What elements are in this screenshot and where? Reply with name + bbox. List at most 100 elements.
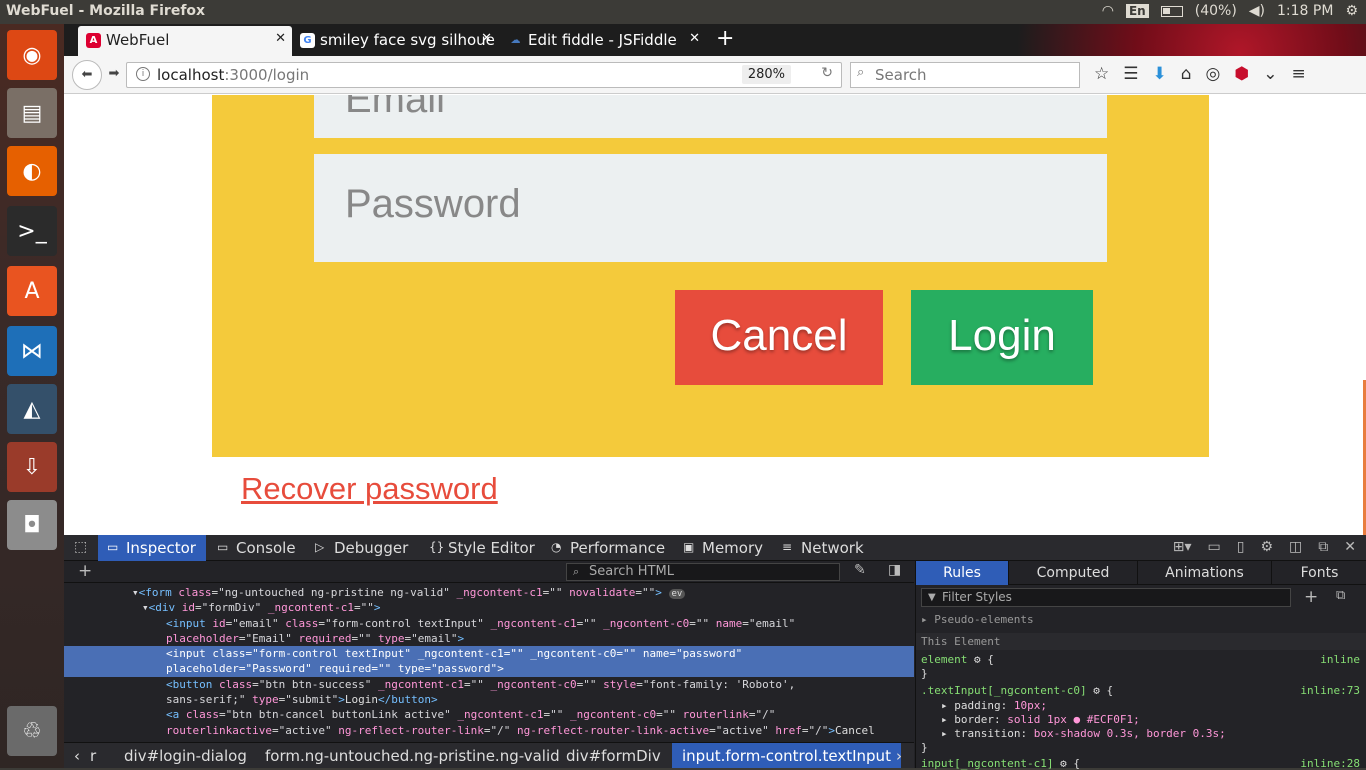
responsive-design-icon[interactable]: ▯ xyxy=(1237,539,1245,555)
password-field[interactable]: Password xyxy=(314,154,1107,262)
unity-launcher: ◉ ▤ ◐ >_ A ⋈ ◭ ⇩ ◘ ♲ xyxy=(0,24,64,768)
close-tab-icon[interactable]: ✕ xyxy=(481,31,492,46)
breadcrumb-scroll-left-icon[interactable]: ‹ xyxy=(74,747,80,765)
overflow-chevron-icon[interactable]: ⌄ xyxy=(1263,64,1277,84)
trash-icon[interactable]: ♲ xyxy=(7,706,57,756)
files-icon[interactable]: ▤ xyxy=(7,88,57,138)
tree-node-login-button[interactable]: <button class="btn btn-success" _ngconte… xyxy=(64,677,914,692)
inspector-icon: ▭ xyxy=(107,540,119,554)
next-rule-source[interactable]: inline:28 xyxy=(1300,757,1360,770)
add-rule-icon[interactable]: + xyxy=(1304,587,1318,607)
wifi-icon[interactable]: ◠ xyxy=(1102,3,1114,19)
reading-list-icon[interactable]: ☰ xyxy=(1123,64,1138,84)
tab-performance[interactable]: ◔ Performance xyxy=(542,535,675,561)
filter-styles-input[interactable]: ▼ Filter Styles xyxy=(921,588,1291,607)
tree-node-password-input[interactable]: <input class="form-control textInput" _n… xyxy=(64,646,914,662)
rule-prop-border[interactable]: ▸ border: solid 1px ● #ECF0F1; xyxy=(921,713,1140,726)
software-center-icon[interactable]: A xyxy=(7,266,57,316)
eyedropper-icon[interactable]: ✎ xyxy=(854,562,866,578)
bookmark-star-icon[interactable]: ☆ xyxy=(1094,64,1109,84)
tree-node-formdiv[interactable]: ▾<div id="formDiv" _ngcontent-c1=""> xyxy=(64,600,914,615)
tab-jsfiddle[interactable]: ☁ Edit fiddle - JSFiddle ✕ xyxy=(500,26,706,56)
element-picker-icon[interactable]: ⬚ xyxy=(74,539,87,555)
tab-smiley-face[interactable]: G smiley face svg silhoue ✕ xyxy=(292,26,498,56)
add-node-icon[interactable]: + xyxy=(78,561,92,581)
battery-icon[interactable] xyxy=(1160,5,1183,17)
tab-network[interactable]: ≡ Network xyxy=(773,535,874,561)
url-bar[interactable]: i localhost:3000/login 280% ↻ xyxy=(126,62,842,88)
toggle-sidebar-icon[interactable]: ◨ xyxy=(888,562,901,578)
breadcrumb-item[interactable]: r xyxy=(90,747,96,765)
new-tab-button[interactable]: + xyxy=(716,26,734,51)
tab-rules[interactable]: Rules xyxy=(916,561,1009,585)
tab-fonts[interactable]: Fonts xyxy=(1272,561,1366,585)
tree-node-form[interactable]: ▾<form class="ng-untouched ng-pristine n… xyxy=(64,585,914,600)
undock-icon[interactable]: ⧉ xyxy=(1318,539,1328,555)
theme-artwork xyxy=(946,24,1366,56)
tab-style-editor[interactable]: {} Style Editor xyxy=(420,535,545,561)
tree-node-cancel-link-cont: routerlinkactive="active" ng-reflect-rou… xyxy=(166,723,875,737)
tab-webfuel[interactable]: A WebFuel ✕ xyxy=(78,26,292,56)
rule-prop-transition[interactable]: ▸ transition: box-shadow 0.3s, border 0.… xyxy=(921,727,1226,740)
tab-console[interactable]: ▭ Console xyxy=(208,535,306,561)
jsfiddle-favicon-icon: ☁ xyxy=(510,35,521,46)
tab-computed[interactable]: Computed xyxy=(1009,561,1138,585)
tree-node-email-input[interactable]: <input id="email" class="form-control te… xyxy=(64,616,914,631)
dock-side-icon[interactable]: ◫ xyxy=(1289,539,1302,555)
breadcrumb-item[interactable]: form.ng-untouched.ng-pristine.ng-valid xyxy=(265,747,560,765)
toggle-classes-icon[interactable]: ⧉ xyxy=(1336,588,1345,603)
breadcrumb-scroll-right-icon[interactable]: › xyxy=(896,747,902,765)
breadcrumb-item[interactable]: div#login-dialog xyxy=(124,747,247,765)
close-tab-icon[interactable]: ✕ xyxy=(689,31,700,46)
camera-icon[interactable]: ◘ xyxy=(7,500,57,550)
installer-icon[interactable]: ⇩ xyxy=(7,442,57,492)
reload-icon[interactable]: ↻ xyxy=(821,65,833,81)
clock[interactable]: 1:18 PM xyxy=(1277,3,1333,19)
devtools-settings-icon[interactable]: ⚙ xyxy=(1260,539,1273,555)
mysql-workbench-icon[interactable]: ◭ xyxy=(7,384,57,434)
close-tab-icon[interactable]: ✕ xyxy=(275,31,286,46)
search-html-placeholder: Search HTML xyxy=(589,564,674,579)
menu-hamburger-icon[interactable]: ≡ xyxy=(1291,64,1305,84)
tab-memory[interactable]: ▣ Memory xyxy=(674,535,773,561)
close-devtools-icon[interactable]: ✕ xyxy=(1344,539,1356,555)
page-info-icon[interactable]: i xyxy=(136,67,150,81)
search-bar[interactable]: ⌕ Search xyxy=(850,62,1080,88)
pseudo-elements-toggle[interactable]: ▸ Pseudo-elements xyxy=(921,613,1034,626)
tab-strip: A WebFuel ✕ G smiley face svg silhoue ✕ … xyxy=(64,24,1366,56)
downloads-icon[interactable]: ⬇ xyxy=(1153,64,1167,84)
battery-percentage: (40%) xyxy=(1194,3,1237,19)
password-placeholder: Password xyxy=(345,182,521,226)
breadcrumb-item-selected[interactable]: input.form-control.textInput xyxy=(672,743,901,768)
recover-password-link[interactable]: Recover password xyxy=(241,471,498,507)
adblock-plus-icon[interactable]: ⬢ xyxy=(1234,64,1249,84)
textinput-rule-source[interactable]: inline:73 xyxy=(1300,684,1360,697)
rule-prop-padding[interactable]: ▸ padding: 10px; xyxy=(921,699,1047,712)
volume-icon[interactable]: ◀) xyxy=(1249,3,1265,19)
keyboard-layout-indicator[interactable]: En xyxy=(1125,4,1149,18)
tab-animations[interactable]: Animations xyxy=(1138,561,1272,585)
tab-debugger[interactable]: ▷ Debugger xyxy=(306,535,418,561)
developer-globe-icon[interactable]: ◎ xyxy=(1206,64,1221,84)
zoom-level-button[interactable]: 280% xyxy=(741,65,791,84)
home-icon[interactable]: ⌂ xyxy=(1181,64,1192,84)
email-field[interactable]: Email xyxy=(314,95,1107,138)
style-editor-icon: {} xyxy=(429,540,445,554)
breadcrumb-item[interactable]: div#formDiv xyxy=(566,747,661,765)
firefox-icon[interactable]: ◐ xyxy=(7,146,57,196)
settings-gear-icon[interactable]: ⚙ xyxy=(1345,3,1358,19)
search-html-input[interactable]: ⌕ Search HTML xyxy=(566,563,840,581)
back-button[interactable]: ⬅ xyxy=(72,60,102,90)
terminal-icon[interactable]: >_ xyxy=(7,206,57,256)
cancel-button[interactable]: Cancel xyxy=(675,290,883,385)
element-rule-source[interactable]: inline xyxy=(1320,653,1360,666)
vscode-icon[interactable]: ⋈ xyxy=(7,326,57,376)
login-button[interactable]: Login xyxy=(911,290,1093,385)
tab-inspector[interactable]: ▭ Inspector xyxy=(98,535,206,561)
firefox-window: A WebFuel ✕ G smiley face svg silhoue ✕ … xyxy=(64,24,1366,770)
tree-node-cancel-link[interactable]: <a class="btn btn-cancel buttonLink acti… xyxy=(64,707,914,722)
split-console-icon[interactable]: ▭ xyxy=(1208,539,1221,555)
frame-select-icon[interactable]: ⊞▾ xyxy=(1173,539,1192,555)
forward-button[interactable]: ➡ xyxy=(102,63,126,87)
ubuntu-dash-icon[interactable]: ◉ xyxy=(7,30,57,80)
